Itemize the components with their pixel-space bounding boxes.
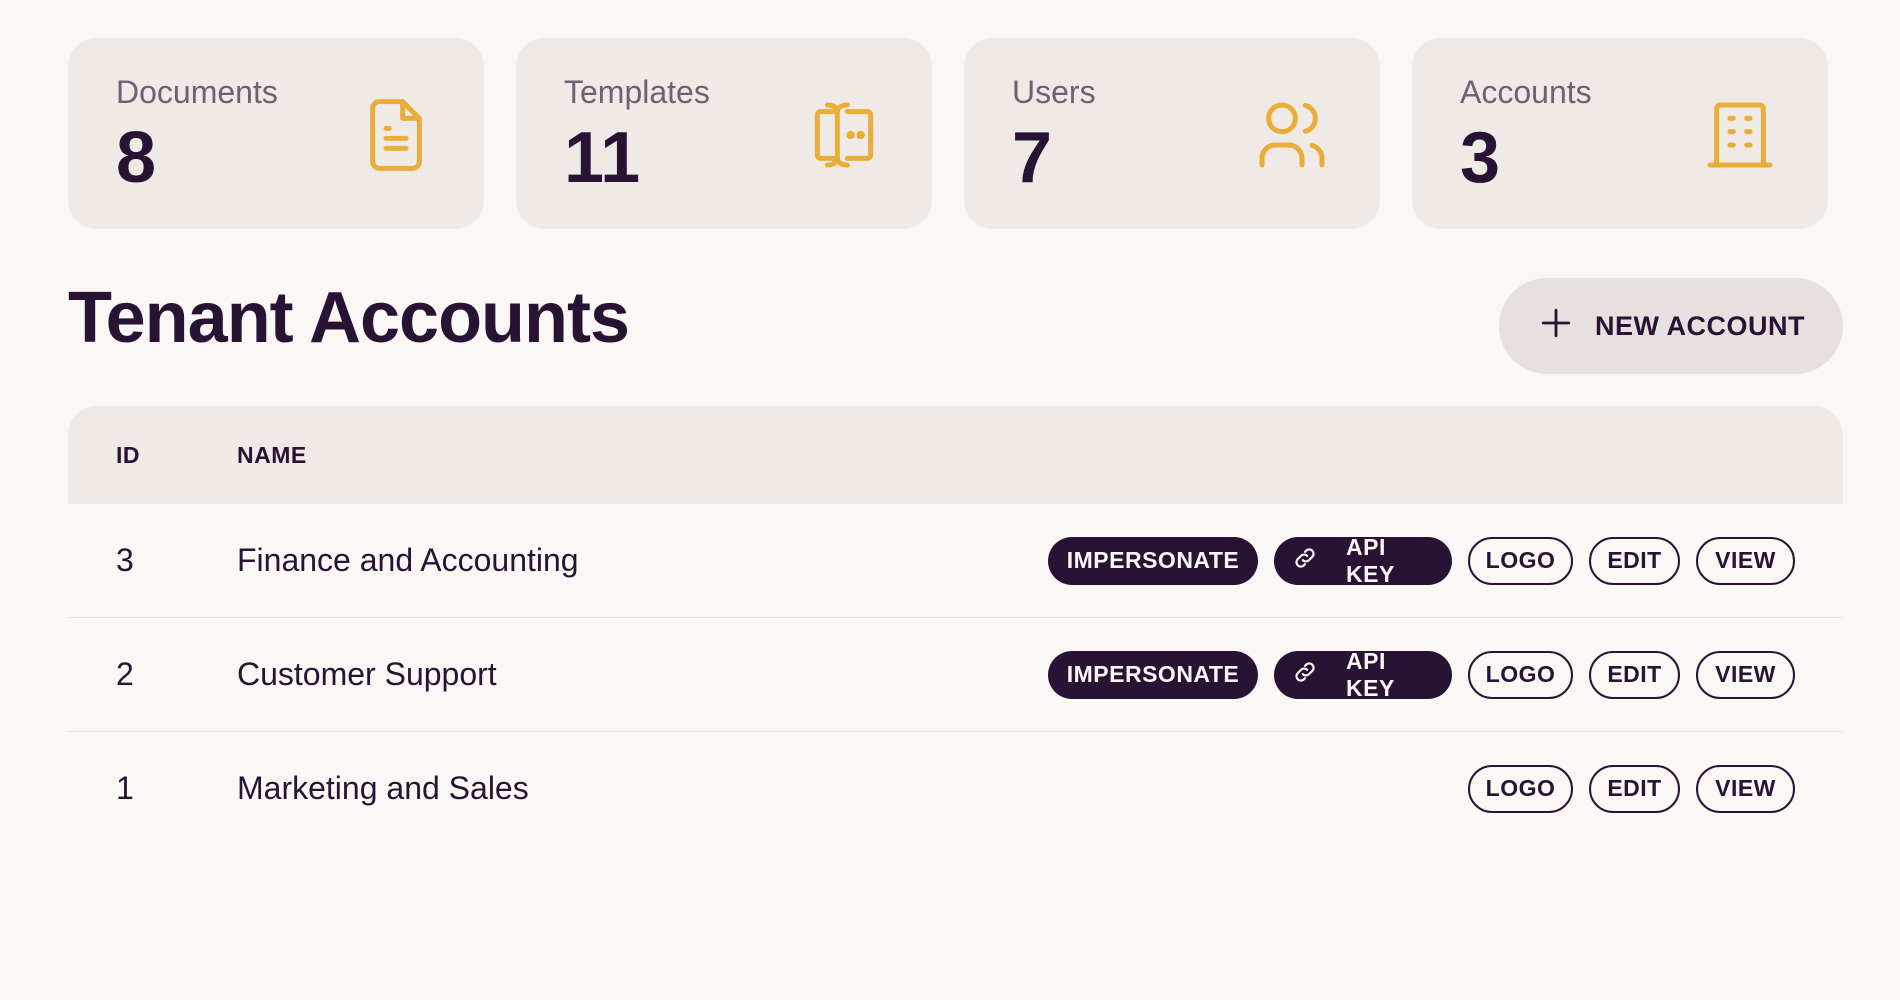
view-button[interactable]: VIEW (1696, 650, 1795, 699)
building-icon (1700, 95, 1780, 175)
row-name: Finance and Accounting (237, 542, 579, 578)
stats-row: Documents 8 Templates 11 Users 7 Account… (68, 38, 1828, 229)
row-actions: IMPERSONATE API KEY LOGO EDIT VIEW (1048, 647, 1843, 701)
table-row: 3 Finance and Accounting IMPERSONATE API… (68, 504, 1843, 618)
accounts-table: ID NAME 3 Finance and Accounting IMPERSO… (68, 406, 1843, 845)
table-row: 1 Marketing and Sales LOGO EDIT VIEW (68, 732, 1843, 845)
users-icon (1252, 95, 1332, 175)
plus-icon (1539, 306, 1573, 347)
stat-card-accounts: Accounts 3 (1412, 38, 1828, 229)
table-row: 2 Customer Support IMPERSONATE API KEY L… (68, 618, 1843, 732)
view-button[interactable]: VIEW (1696, 536, 1795, 585)
view-button[interactable]: VIEW (1696, 764, 1795, 813)
column-header-name: NAME (237, 441, 307, 468)
api-key-label: API KEY (1346, 647, 1395, 701)
logo-button[interactable]: LOGO (1468, 650, 1573, 699)
new-account-button[interactable]: NEW ACCOUNT (1499, 278, 1843, 374)
row-id: 3 (116, 542, 134, 578)
logo-button[interactable]: LOGO (1468, 764, 1573, 813)
impersonate-button[interactable]: IMPERSONATE (1048, 650, 1258, 699)
edit-button[interactable]: EDIT (1589, 764, 1680, 813)
api-key-label: API KEY (1346, 533, 1395, 587)
stat-card-templates: Templates 11 (516, 38, 932, 229)
row-name: Marketing and Sales (237, 770, 529, 806)
row-actions: IMPERSONATE API KEY LOGO EDIT VIEW (1048, 533, 1843, 587)
new-account-label: NEW ACCOUNT (1595, 310, 1805, 341)
stat-card-documents: Documents 8 (68, 38, 484, 229)
logo-button[interactable]: LOGO (1468, 536, 1573, 585)
row-name: Customer Support (237, 656, 497, 692)
column-header-id: ID (116, 441, 140, 468)
api-key-button[interactable]: API KEY (1274, 647, 1452, 701)
row-id: 1 (116, 770, 134, 806)
api-key-button[interactable]: API KEY (1274, 533, 1452, 587)
row-actions: LOGO EDIT VIEW (1468, 764, 1843, 813)
table-header: ID NAME (68, 406, 1843, 504)
edit-button[interactable]: EDIT (1589, 536, 1680, 585)
row-id: 2 (116, 656, 134, 692)
page-title: Tenant Accounts (68, 278, 630, 358)
impersonate-button[interactable]: IMPERSONATE (1048, 536, 1258, 585)
edit-button[interactable]: EDIT (1589, 650, 1680, 699)
document-icon (356, 95, 436, 175)
link-icon (1292, 545, 1318, 577)
link-icon (1292, 659, 1318, 691)
template-icon (804, 95, 884, 175)
stat-card-users: Users 7 (964, 38, 1380, 229)
